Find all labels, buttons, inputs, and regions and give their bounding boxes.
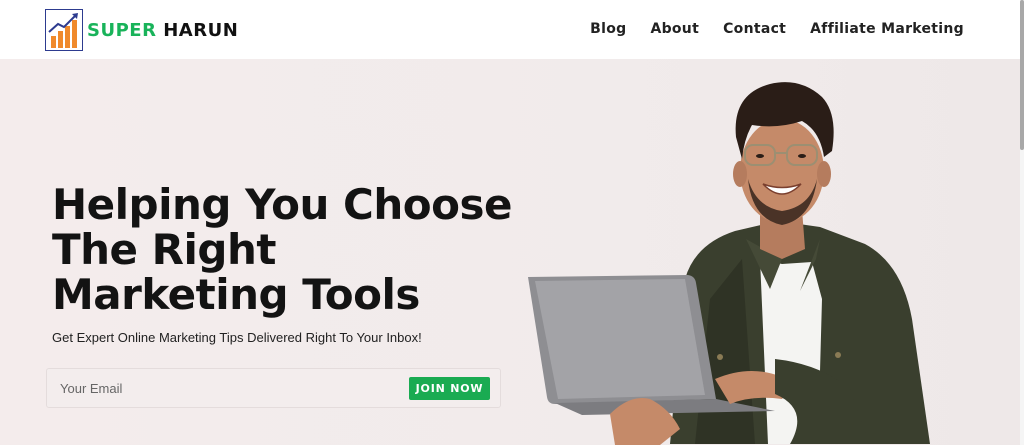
logo-text-harun: HARUN: [163, 19, 239, 41]
nav-link-affiliate-marketing[interactable]: Affiliate Marketing: [810, 21, 964, 37]
nav-link-blog[interactable]: Blog: [590, 21, 626, 37]
scrollbar-thumb[interactable]: [1020, 0, 1024, 150]
hero-headline: Helping You Choose The Right Marketing T…: [52, 182, 522, 317]
nav-link-contact[interactable]: Contact: [723, 21, 786, 37]
bar-chart-growth-icon: [45, 9, 83, 51]
hero-headline-line3: Marketing Tools: [52, 270, 420, 319]
hero-headline-line2: The Right: [52, 225, 276, 274]
hero-person-image: [528, 82, 930, 445]
hero-headline-line1: Helping You Choose: [52, 180, 512, 229]
site-logo[interactable]: SUPER HARUN: [45, 8, 238, 52]
hero-section: Helping You Choose The Right Marketing T…: [0, 59, 1020, 445]
email-input[interactable]: [47, 369, 377, 407]
site-header: SUPER HARUN Blog About Contact Affiliate…: [0, 0, 1020, 59]
logo-text-super: SUPER: [87, 19, 157, 41]
newsletter-form: JOIN NOW: [46, 368, 501, 408]
page-scrollbar[interactable]: [1020, 0, 1024, 445]
join-now-button[interactable]: JOIN NOW: [409, 377, 490, 400]
main-nav: Blog About Contact Affiliate Marketing: [566, 21, 964, 37]
nav-link-about[interactable]: About: [650, 21, 699, 37]
hero-subtitle: Get Expert Online Marketing Tips Deliver…: [52, 330, 422, 345]
logo-text: SUPER HARUN: [87, 20, 238, 41]
